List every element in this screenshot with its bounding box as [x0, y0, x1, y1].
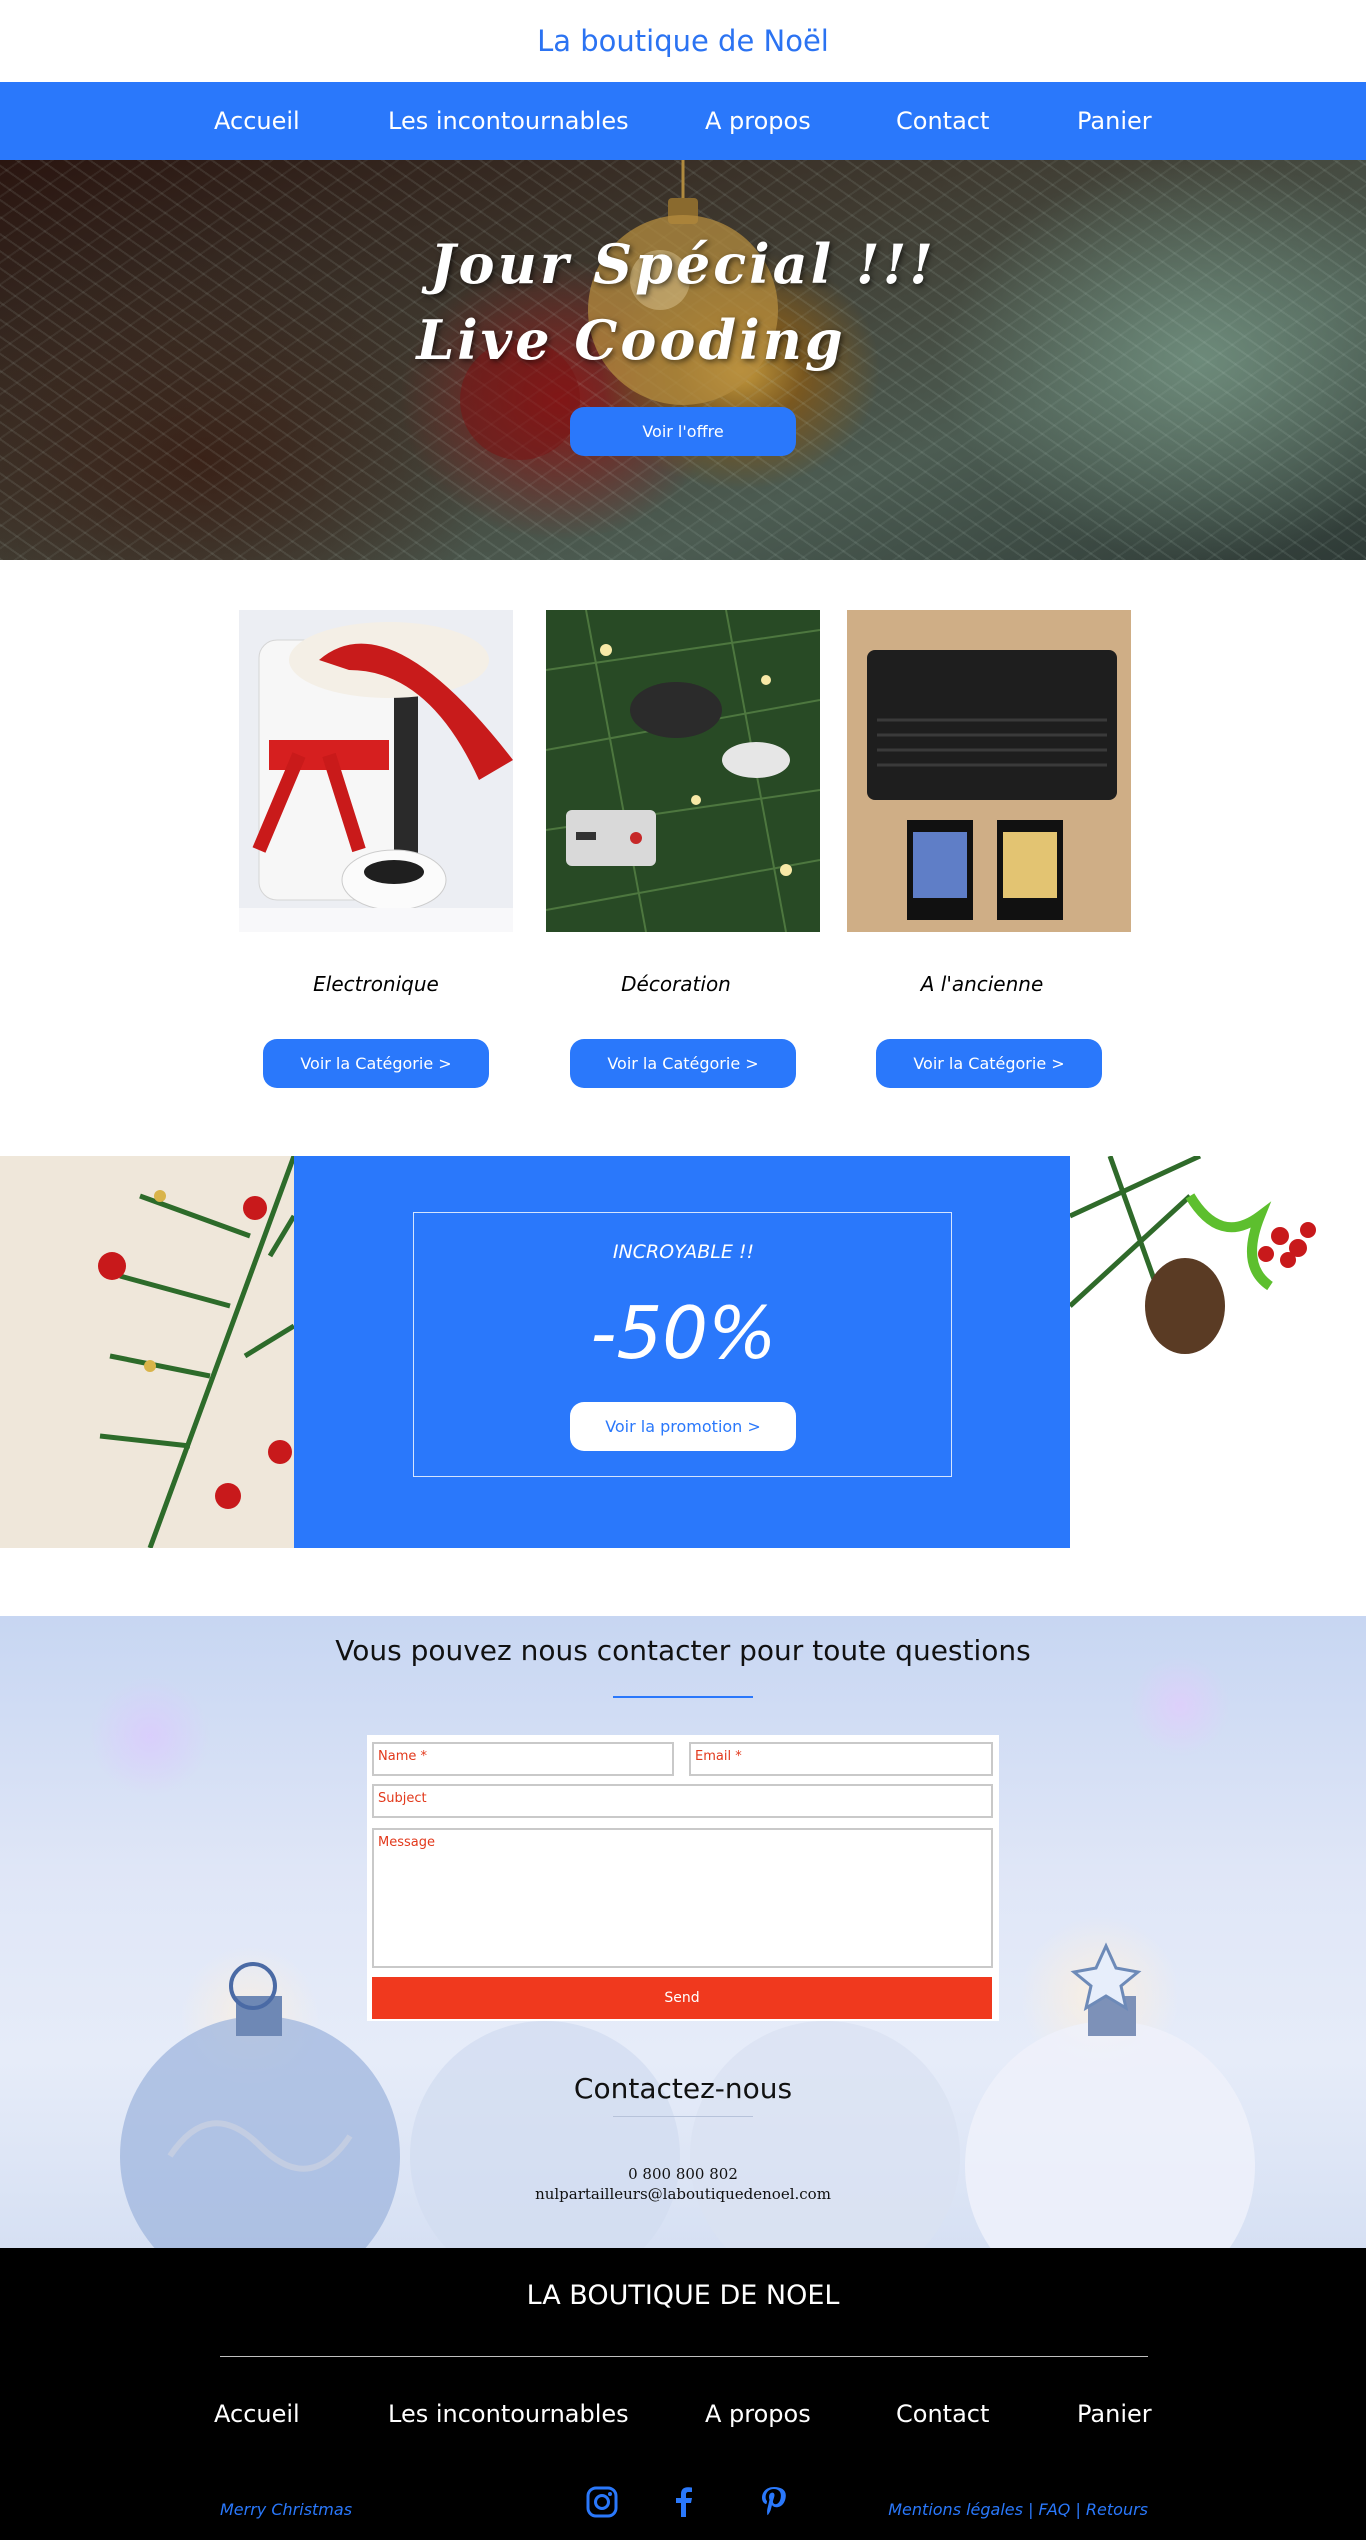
- pinterest-icon[interactable]: [756, 2484, 792, 2520]
- email-field[interactable]: Email *: [689, 1742, 993, 1776]
- main-nav: Accueil Les incontournables A propos Con…: [0, 82, 1366, 160]
- nav-incontournables[interactable]: Les incontournables: [388, 82, 629, 160]
- contact-email[interactable]: nulpartailleurs@laboutiquedenoel.com: [0, 2185, 1366, 2203]
- retro-console-image: [847, 610, 1131, 932]
- footer-nav-a-propos[interactable]: A propos: [705, 2394, 811, 2434]
- subject-field[interactable]: Subject: [372, 1784, 993, 1818]
- footer-divider: [220, 2356, 1148, 2357]
- promo-discount: -50%: [590, 1291, 777, 1375]
- category-button-ancienne[interactable]: Voir la Catégorie >: [876, 1039, 1102, 1088]
- footer-merry-christmas: Merry Christmas: [220, 2500, 353, 2519]
- site-title[interactable]: La boutique de Noël: [0, 0, 1366, 82]
- hero-title-line1: Jour Spécial !!!: [430, 232, 936, 296]
- tree-ornaments-image: [546, 610, 820, 932]
- promo-kicker: INCROYABLE !!: [612, 1241, 755, 1263]
- nav-accueil[interactable]: Accueil: [214, 82, 300, 160]
- contact-phone: 0 800 800 802: [628, 2165, 738, 2183]
- instagram-icon[interactable]: [584, 2484, 620, 2520]
- footer-legal-links[interactable]: Mentions légales | FAQ | Retours: [877, 2500, 1148, 2519]
- pinecone-holly-image: [1070, 1156, 1366, 1548]
- category-image-electronique[interactable]: [239, 610, 513, 932]
- footer-nav-incontournables[interactable]: Les incontournables: [388, 2394, 629, 2434]
- promo-box: INCROYABLE !! -50% Voir la promotion >: [413, 1212, 952, 1477]
- category-label-electronique: Electronique: [313, 972, 439, 996]
- footer-nav-panier[interactable]: Panier: [1077, 2394, 1152, 2434]
- promo-left-image: [0, 1156, 294, 1548]
- category-button-electronique[interactable]: Voir la Catégorie >: [263, 1039, 489, 1088]
- nav-a-propos[interactable]: A propos: [705, 82, 811, 160]
- category-button-decoration[interactable]: Voir la Catégorie >: [570, 1039, 796, 1088]
- footer-title: LA BOUTIQUE DE NOEL: [526, 2280, 840, 2311]
- hero-title-line2: Live Cooding: [416, 308, 846, 372]
- category-label-ancienne: A l'ancienne: [920, 972, 1044, 996]
- name-field[interactable]: Name *: [372, 1742, 674, 1776]
- contact-subheading-divider: [613, 2116, 753, 2117]
- nav-contact[interactable]: Contact: [896, 82, 989, 160]
- console-santa-hat-image: [239, 610, 513, 932]
- send-button[interactable]: Send: [372, 1977, 992, 2019]
- footer-nav-contact[interactable]: Contact: [896, 2394, 989, 2434]
- contact-subheading: Contactez-nous: [573, 2072, 793, 2105]
- category-image-ancienne[interactable]: [847, 610, 1131, 932]
- promo-right-image: [1070, 1156, 1366, 1548]
- facebook-icon[interactable]: [666, 2484, 702, 2520]
- nav-panier[interactable]: Panier: [1077, 82, 1152, 160]
- contact-heading: Vous pouvez nous contacter pour toute qu…: [335, 1634, 1031, 1667]
- footer-nav-accueil[interactable]: Accueil: [214, 2394, 300, 2434]
- hero-banner: Jour Spécial !!! Live Cooding Voir l'off…: [0, 160, 1366, 560]
- promo-button[interactable]: Voir la promotion >: [570, 1402, 796, 1451]
- message-field[interactable]: Message: [372, 1828, 993, 1968]
- fir-branch-image: [0, 1156, 294, 1548]
- category-image-decoration[interactable]: [546, 610, 820, 932]
- contact-heading-underline: [613, 1696, 753, 1698]
- category-label-decoration: Décoration: [621, 972, 731, 996]
- hero-offer-button[interactable]: Voir l'offre: [570, 407, 796, 456]
